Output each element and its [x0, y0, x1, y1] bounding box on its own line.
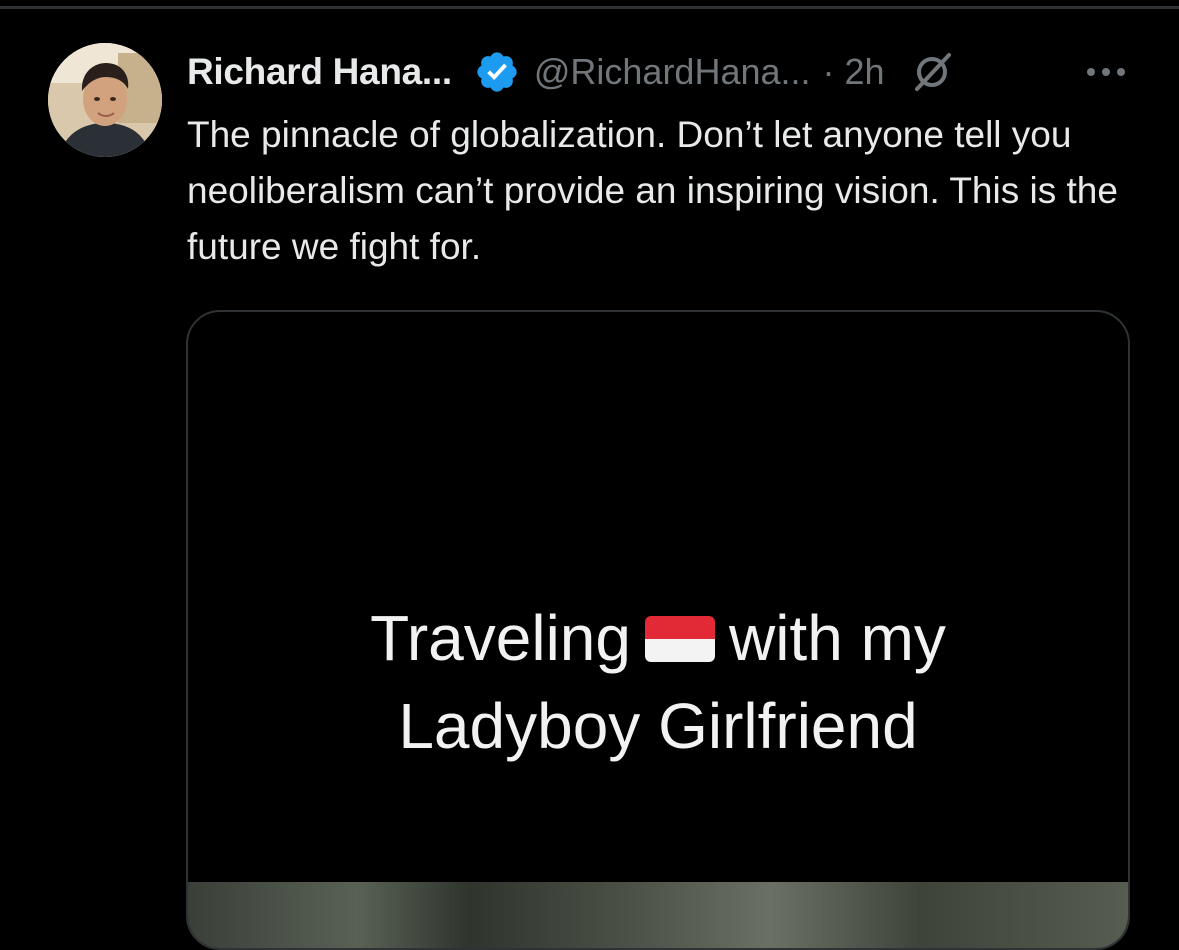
indonesia-flag-icon [644, 616, 715, 662]
verified-badge-icon[interactable] [474, 49, 520, 95]
avatar-photo-icon [48, 43, 162, 157]
video-frame: Traveling with my Ladyboy Girlfriend [188, 312, 1128, 948]
avatar[interactable] [48, 43, 162, 157]
more-horizontal-icon[interactable] [1083, 56, 1129, 88]
tweet-header: Richard Hana... @RichardHana... · 2h [187, 44, 955, 100]
tweet-text: The pinnacle of globalization. Don’t let… [187, 114, 1118, 267]
video-scene-strip [188, 882, 1128, 948]
author-display-name[interactable]: Richard Hana... [187, 51, 452, 93]
caption-word-traveling: Traveling [370, 602, 631, 674]
caption-with-my: with my [728, 602, 946, 674]
caption-line2: Ladyboy Girlfriend [398, 690, 918, 762]
top-divider [0, 6, 1179, 9]
separator-dot: · [822, 51, 835, 92]
video-caption: Traveling with my Ladyboy Girlfriend [188, 594, 1128, 770]
tweet-timestamp[interactable]: 2h [845, 51, 885, 93]
grok-icon[interactable] [909, 49, 955, 95]
tweet-media-video[interactable]: Traveling with my Ladyboy Girlfriend [186, 310, 1130, 950]
author-handle[interactable]: @RichardHana... [534, 51, 811, 93]
